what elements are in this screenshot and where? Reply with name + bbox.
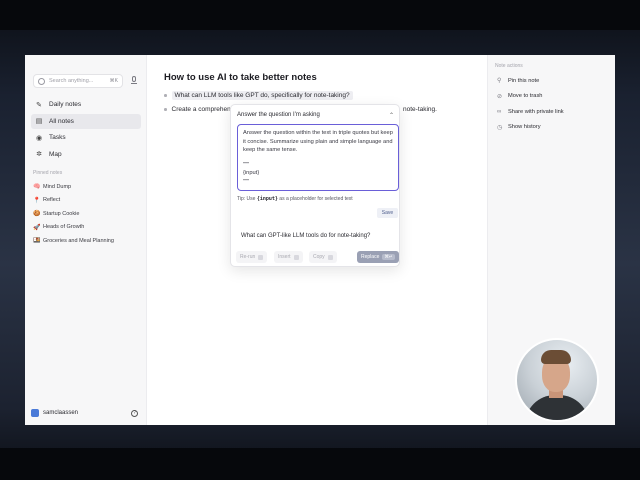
action-label: Show history (508, 124, 541, 131)
share-link-button[interactable]: ∞ Share with private link (497, 104, 564, 120)
list-item[interactable]: What can LLM tools like GPT do, specific… (164, 91, 353, 100)
rerun-button[interactable]: Re-run (236, 251, 268, 263)
search-placeholder: Search anything... (49, 78, 94, 84)
show-history-button[interactable]: ◷ Show history (497, 120, 564, 136)
bullet-dot (164, 108, 167, 111)
chevron-up-icon[interactable]: ⌃ (389, 112, 394, 119)
insert-button[interactable]: Insert (274, 251, 303, 263)
pencil-icon: ✎ (36, 101, 42, 109)
tip-text: Tip: Use {input} as a placeholder for se… (237, 196, 353, 202)
pinned-item-heads-of-growth[interactable]: 🚀 Heads of Growth (33, 221, 143, 235)
tip-code: {input} (256, 196, 278, 202)
check-circle-icon: ◉ (35, 134, 43, 142)
shortcut-key-icon (258, 254, 264, 260)
bento-icon: 🍱 (33, 238, 41, 245)
pin-icon: ⚲ (497, 78, 502, 85)
tip-prefix: Tip: Use (237, 196, 256, 202)
move-to-trash-button[interactable]: ⊘ Move to trash (497, 89, 564, 105)
search-icon (38, 77, 45, 85)
search-input[interactable]: Search anything... ⌘K (33, 74, 123, 88)
pinned-item-startup-cookie[interactable]: 🍪 Startup Cookie (33, 207, 143, 221)
pinned-item-label: Startup Cookie (43, 210, 80, 217)
sidebar-item-map[interactable]: ✲ Map (31, 147, 141, 162)
copy-label: Copy (313, 254, 325, 260)
list-item-text[interactable]: Create a comprehen (172, 106, 231, 113)
brain-icon: 🧠 (33, 184, 41, 191)
ai-answer: What can GPT-like LLM tools do for note-… (241, 233, 371, 239)
sidebar-item-label: Tasks (49, 134, 66, 141)
pinned-notes-list: 🧠 Mind Dump 📍 Reflect 🍪 Startup Cookie 🚀… (33, 180, 143, 248)
sidebar: Search anything... ⌘K ✎ Daily notes ▤ Al… (25, 55, 147, 425)
microphone-icon[interactable] (131, 76, 137, 85)
map-icon: ✲ (36, 151, 42, 158)
shortcut-key-icon (293, 254, 299, 260)
pinned-item-label: Mind Dump (43, 183, 72, 190)
prompt-separator-close: """ (243, 178, 250, 185)
pinned-notes-heading: Pinned notes (33, 170, 63, 176)
sidebar-item-daily-notes[interactable]: ✎ Daily notes (31, 97, 141, 112)
pin-icon: 📍 (33, 197, 41, 204)
action-label: Share with private link (508, 108, 564, 115)
shortcut-key-icon (327, 254, 333, 260)
selected-text[interactable]: What can LLM tools like GPT do, specific… (171, 91, 353, 100)
sidebar-nav: ✎ Daily notes ▤ All notes ◉ Tasks ✲ Map (31, 97, 141, 163)
pin-note-button[interactable]: ⚲ Pin this note (497, 73, 564, 89)
pinned-item-label: Heads of Growth (43, 224, 85, 231)
note-actions-list: ⚲ Pin this note ⊘ Move to trash ∞ Share … (497, 73, 564, 135)
prompt-separator-open: """ (243, 161, 250, 168)
action-label: Move to trash (508, 93, 543, 100)
insert-label: Insert (278, 254, 291, 260)
action-label: Pin this note (508, 77, 540, 84)
sidebar-item-tasks[interactable]: ◉ Tasks (31, 130, 141, 145)
letterbox-top (0, 0, 640, 30)
webcam-overlay (515, 338, 599, 422)
prompt-selector[interactable]: Answer the question I'm asking (237, 112, 320, 118)
prompt-placeholder: {input} (243, 170, 260, 176)
user-account[interactable]: samclaassen (31, 409, 78, 417)
pinned-item-label: Reflect (43, 197, 61, 204)
replace-label: Replace (361, 254, 380, 260)
save-button[interactable]: Save (377, 208, 398, 218)
replace-shortcut: ⌘↵ (382, 254, 395, 260)
note-actions-heading: Note actions (495, 63, 523, 69)
sidebar-item-label: All notes (49, 117, 74, 125)
avatar (31, 409, 39, 417)
pinned-item-mind-dump[interactable]: 🧠 Mind Dump (33, 180, 143, 194)
search-shortcut: ⌘K (109, 78, 118, 84)
copy-button[interactable]: Copy (309, 251, 337, 263)
tip-suffix: as a placeholder for selected text (279, 196, 353, 202)
pinned-item-groceries[interactable]: 🍱 Groceries and Meal Planning (33, 234, 143, 248)
letterbox-bottom (0, 448, 640, 480)
history-icon: ◷ (497, 124, 503, 131)
trash-icon: ⊘ (497, 93, 503, 100)
user-name: samclaassen (43, 410, 79, 416)
notes-icon: ▤ (35, 118, 43, 125)
help-icon[interactable]: ? (131, 410, 138, 417)
rocket-icon: 🚀 (33, 224, 41, 231)
sidebar-item-label: Map (49, 150, 62, 158)
editor[interactable]: How to use AI to take better notes What … (147, 55, 487, 425)
popup-actions: Re-run Insert Copy Replace ⌘↵ (236, 251, 400, 263)
prompt-text: Answer the question within the text in t… (243, 130, 393, 153)
pinned-item-label: Groceries and Meal Planning (43, 237, 114, 244)
sidebar-item-all-notes[interactable]: ▤ All notes (31, 113, 141, 129)
rerun-label: Re-run (240, 254, 256, 260)
list-item-text-tail[interactable]: note-taking. (403, 106, 437, 113)
page-title[interactable]: How to use AI to take better notes (164, 72, 317, 83)
list-item[interactable]: Create a comprehen (164, 106, 231, 113)
replace-button[interactable]: Replace ⌘↵ (357, 251, 399, 263)
pinned-item-reflect[interactable]: 📍 Reflect (33, 194, 143, 208)
ai-prompt-popup: Answer the question I'm asking ⌃ Answer … (230, 104, 400, 267)
prompt-textarea[interactable]: Answer the question within the text in t… (237, 124, 399, 191)
link-icon: ∞ (497, 108, 502, 115)
sidebar-item-label: Daily notes (49, 101, 82, 108)
cookie-icon: 🍪 (33, 211, 41, 218)
bullet-dot (164, 94, 167, 97)
